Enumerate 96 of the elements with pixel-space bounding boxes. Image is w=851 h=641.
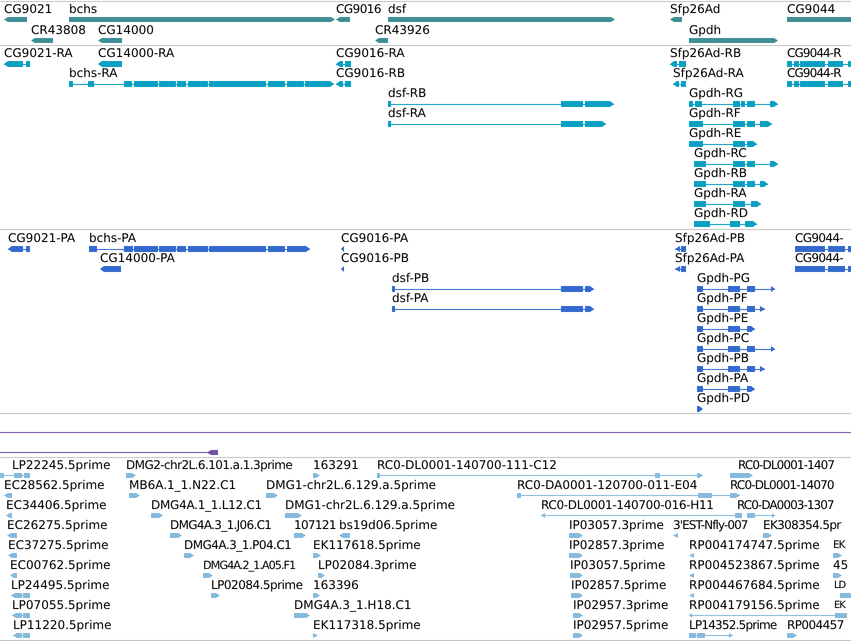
transcript-label: dsf-RA	[388, 107, 426, 120]
transcript-label: Gpdh-RE	[689, 127, 742, 140]
protein-label: CG9016-PB	[341, 252, 410, 265]
est-label: EC34406.5prime	[6, 499, 107, 512]
est-label: DMG2-chr2L.6.101.a.1.3prime	[126, 459, 292, 472]
est-label: MB6A.1_1.N22.C1	[129, 479, 236, 492]
protein-label: CG9021-PA	[8, 232, 76, 245]
est-label: IP03057.5prime	[570, 559, 666, 572]
est-label: EK	[834, 599, 845, 612]
est-label: 163291	[313, 459, 359, 472]
est-label: RP004457	[787, 619, 844, 632]
est-label: LP07055.5prime	[12, 599, 111, 612]
est-label: EK	[833, 539, 845, 552]
transcript-label: bchs-RA	[69, 67, 118, 80]
est-label: IP02957.3prime	[573, 599, 668, 612]
est-label: IP03057.3prime	[569, 519, 664, 532]
est-label: EK117318.5prime	[313, 619, 421, 632]
transcript-label: CG9016-RA	[336, 47, 405, 60]
est-label: DMG4A.2_1.A05.F1	[203, 559, 296, 572]
protein-label: dsf-PA	[392, 292, 428, 305]
est-label: IP02857.3prime	[569, 539, 664, 552]
est-label: EK308354.5pr	[763, 519, 841, 532]
est-label: DMG4A.1_1.L12.C1	[151, 499, 262, 512]
protein-label: bchs-PA	[89, 232, 136, 245]
est-label: DMG1-chr2L.6.129.a.5prime	[285, 499, 456, 512]
gene-label: CR43926	[375, 24, 430, 37]
est-label: 107121	[294, 519, 336, 532]
est-label: RP004467684.5prime	[689, 579, 820, 592]
est-label: IP02857.5prime	[571, 579, 666, 592]
gene-label: CG9044	[787, 3, 836, 16]
protein-label: Gpdh-PC	[697, 332, 750, 345]
transcript-label: CG9021-RA	[4, 47, 73, 60]
est-label: DMG4A.3_1.P04.C1	[184, 539, 292, 552]
transcript-label: Gpdh-RB	[694, 167, 748, 180]
est-label: EC26275.5prime	[7, 519, 108, 532]
est-label: LP22245.5prime	[12, 459, 111, 472]
protein-label: Sfp26Ad-PB	[675, 232, 746, 245]
est-label: LP11220.5prime	[13, 619, 112, 632]
transcript-label: Gpdh-RA	[694, 187, 747, 200]
transcript-label: Gpdh-RC	[694, 147, 747, 160]
gene-label: Gpdh	[689, 24, 722, 37]
transcript-label: dsf-RB	[388, 87, 426, 100]
est-label: RP004179156.5prime	[689, 599, 820, 612]
transcript-label: Sfp26Ad-RB	[670, 47, 742, 60]
gene-label: CG14000	[98, 24, 154, 37]
est-label: RC0-DL0001-140700-016-H11	[541, 499, 714, 512]
transcript-label: Gpdh-RF	[689, 107, 741, 120]
transcript-label: CG9044-R	[787, 67, 841, 80]
transcript-label: CG14000-RA	[98, 47, 174, 60]
est-label: bs19d06.5prime	[339, 519, 438, 532]
est-label: LP02084.3prime	[318, 559, 417, 572]
est-label: DMG4A.3_1.H18.C1	[294, 599, 412, 612]
est-label: 163396	[313, 579, 359, 592]
est-label: RP004174747.5prime	[689, 539, 820, 552]
est-label: 3'EST-Nfly-007	[673, 519, 748, 532]
est-label: RC0-DL0001-140700-111-C12	[377, 459, 557, 472]
protein-label: CG14000-PA	[100, 252, 175, 265]
protein-label: dsf-PB	[392, 272, 430, 285]
transcript-label: CG9044-R	[787, 47, 841, 60]
transcript-label: CG9016-RB	[336, 67, 406, 80]
est-label: LP14352.5prime	[689, 619, 777, 632]
protein-label: Gpdh-PG	[697, 272, 750, 285]
protein-label: Gpdh-PF	[697, 292, 748, 305]
est-label: LP24495.5prime	[11, 579, 110, 592]
est-label: EC37275.5prime	[8, 539, 109, 552]
est-label: RP004523867.5prime	[689, 559, 820, 572]
protein-label: Sfp26Ad-PA	[675, 252, 744, 265]
gene-label: Sfp26Ad	[670, 3, 720, 16]
protein-label: CG9044-	[795, 232, 843, 245]
transcript-label: Gpdh-RG	[689, 87, 744, 100]
est-label: RC0-DA0003-1307	[737, 499, 834, 512]
protein-label: Gpdh-PB	[697, 352, 749, 365]
gene-label: dsf	[388, 3, 406, 16]
protein-label: Gpdh-PA	[697, 372, 748, 385]
est-label: EC00762.5prime	[10, 559, 111, 572]
protein-label: Gpdh-PD	[697, 392, 750, 405]
protein-label: CG9044-	[795, 252, 843, 265]
est-label: RC0-DL0001-1407	[738, 459, 834, 472]
protein-label: CG9016-PA	[341, 232, 408, 245]
gene-label: CG9016	[336, 3, 381, 16]
est-label: RC0-DA0001-120700-011-E04	[517, 479, 698, 492]
est-label: IP02957.5prime	[573, 619, 668, 632]
est-label: RC0-DL0001-14070	[730, 479, 834, 492]
est-label: LP02084.5prime	[211, 579, 303, 592]
est-label: DMG4A.3_1.J06.C1	[170, 519, 272, 532]
est-label: LD	[834, 579, 846, 592]
gene-label: CG9021	[4, 3, 52, 16]
est-label: 45	[833, 559, 848, 572]
gene-label: bchs	[69, 3, 98, 16]
est-label: EC28562.5prime	[4, 479, 105, 492]
gene-label: CR43808	[31, 24, 86, 37]
transcript-label: Gpdh-RD	[694, 207, 748, 220]
protein-label: Gpdh-PE	[697, 312, 748, 325]
est-label: EK117618.5prime	[313, 539, 421, 552]
transcript-label: Sfp26Ad-RA	[673, 67, 744, 80]
est-label: DMG1-chr2L.6.129.a.5prime	[266, 479, 436, 492]
